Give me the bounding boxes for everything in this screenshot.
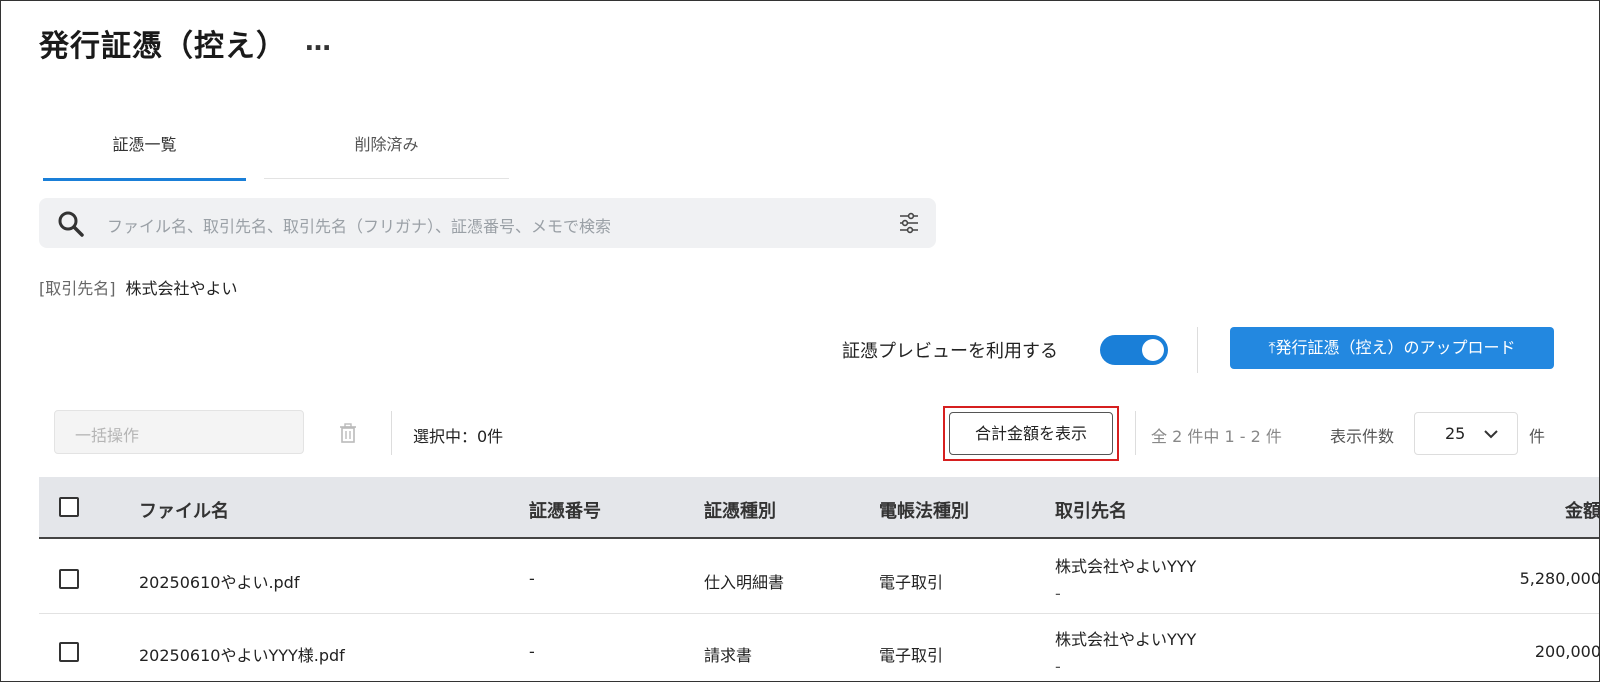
- preview-toggle-label: 証憑プレビューを利用する: [842, 341, 1058, 362]
- cell-voucher-number: -: [529, 642, 535, 661]
- cell-amount: 5,280,000: [1519, 569, 1600, 588]
- select-all-checkbox[interactable]: [59, 497, 79, 517]
- filter-key: [取引先名]: [39, 279, 116, 298]
- header-client-name[interactable]: 取引先名: [1055, 497, 1127, 523]
- search-icon: [58, 211, 84, 237]
- result-range: 全 2 件中 1 - 2 件: [1151, 427, 1282, 446]
- header-amount[interactable]: 金額: [1565, 497, 1599, 523]
- app-window: 発行証憑（控え） … 証憑一覧 削除済み ファイル名、取引先名、取引先名（フリガ…: [0, 0, 1600, 682]
- search-input[interactable]: ファイル名、取引先名、取引先名（フリガナ）、証憑番号、メモで検索: [107, 213, 611, 237]
- cell-law-type: 電子取引: [879, 573, 944, 592]
- bulk-action-select[interactable]: 一括操作: [54, 410, 304, 454]
- header-file-name[interactable]: ファイル名: [139, 497, 229, 523]
- per-page-select[interactable]: 25: [1414, 412, 1518, 455]
- header-law-type[interactable]: 電帳法種別: [879, 497, 969, 523]
- show-total-button[interactable]: 合計金額を表示: [949, 412, 1113, 455]
- filter-settings-icon[interactable]: [898, 212, 920, 234]
- search-bar[interactable]: ファイル名、取引先名、取引先名（フリガナ）、証憑番号、メモで検索: [39, 198, 936, 248]
- cell-file-name[interactable]: 20250610やよい.pdf: [139, 569, 299, 593]
- filter-value: 株式会社やよい: [125, 279, 238, 298]
- more-options-icon[interactable]: …: [305, 27, 332, 57]
- cell-client-name: 株式会社やよいYYY: [1055, 557, 1197, 576]
- cell-client-kana: -: [1055, 584, 1061, 603]
- cell-law-type: 電子取引: [879, 646, 944, 665]
- tab-deleted[interactable]: 削除済み: [264, 119, 509, 179]
- divider: [1197, 327, 1198, 373]
- page-title: 発行証憑（控え）: [39, 29, 287, 64]
- table-row[interactable]: 20250610やよい.pdf - 仕入明細書 電子取引 株式会社やよいYYY …: [39, 541, 1600, 614]
- header-voucher-number[interactable]: 証憑番号: [529, 497, 601, 523]
- trash-icon[interactable]: [338, 422, 358, 444]
- table-row[interactable]: 20250610やよいYYY様.pdf - 請求書 電子取引 株式会社やよいYY…: [39, 614, 1600, 681]
- per-page-value: 25: [1445, 424, 1466, 443]
- per-page-unit: 件: [1529, 427, 1546, 446]
- cell-voucher-type: 仕入明細書: [704, 573, 785, 592]
- header-voucher-type[interactable]: 証憑種別: [704, 497, 776, 523]
- cell-client-kana: -: [1055, 657, 1061, 676]
- table-header: ファイル名 証憑番号 証憑種別 電帳法種別 取引先名 金額: [39, 477, 1599, 539]
- divider: [1135, 411, 1136, 455]
- preview-toggle[interactable]: [1100, 335, 1168, 365]
- chevron-down-icon: [1484, 430, 1498, 439]
- cell-amount: 200,000: [1534, 642, 1600, 661]
- cell-voucher-type: 請求書: [704, 646, 753, 665]
- row-checkbox[interactable]: [59, 642, 79, 662]
- row-checkbox[interactable]: [59, 569, 79, 589]
- selected-count: 選択中：0件: [413, 427, 504, 446]
- active-filter: [取引先名] 株式会社やよい: [39, 275, 238, 299]
- tab-bar: 証憑一覧 削除済み: [43, 119, 509, 181]
- cell-voucher-number: -: [529, 569, 535, 588]
- upload-button[interactable]: ⤒発行証憑（控え）のアップロード: [1230, 327, 1554, 369]
- divider: [391, 411, 392, 455]
- tab-voucher-list[interactable]: 証憑一覧: [43, 119, 246, 181]
- cell-file-name[interactable]: 20250610やよいYYY様.pdf: [139, 642, 345, 666]
- per-page-label: 表示件数: [1330, 427, 1395, 446]
- cell-client-name: 株式会社やよいYYY: [1055, 630, 1197, 649]
- toggle-knob: [1142, 339, 1164, 361]
